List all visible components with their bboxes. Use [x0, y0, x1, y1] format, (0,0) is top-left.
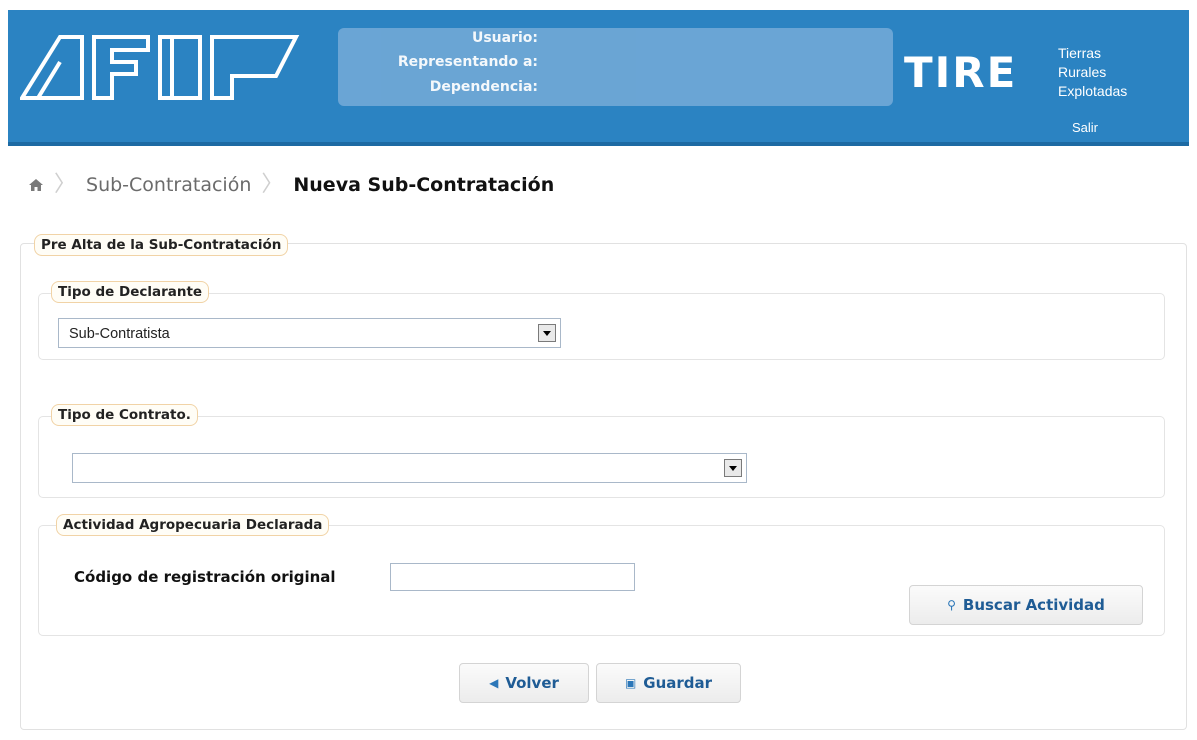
volver-button[interactable]: ◀ Volver [459, 663, 589, 703]
dropdown-arrow-icon[interactable] [724, 459, 742, 477]
breadcrumb-parent[interactable]: Sub-Contratación [86, 174, 251, 196]
codigo-registracion-label: Código de registración original [74, 568, 336, 586]
representando-label: Representando a: [397, 54, 538, 70]
save-icon: ▣ [624, 676, 637, 690]
system-description: Tierras Rurales Explotadas [1058, 44, 1127, 101]
guardar-label: Guardar [643, 674, 713, 692]
usuario-label: Usuario: [471, 30, 538, 46]
system-name: TIRE [904, 48, 1018, 97]
volver-label: Volver [505, 674, 559, 692]
panel-title: Pre Alta de la Sub-Contratación [34, 234, 289, 256]
breadcrumb-separator: 〉 [54, 172, 77, 197]
system-desc-line: Explotadas [1058, 83, 1128, 99]
breadcrumb-separator: 〉 [261, 172, 284, 197]
tipo-contrato-select[interactable] [72, 453, 747, 483]
actividad-legend: Actividad Agropecuaria Declarada [56, 514, 330, 536]
afip-logo [20, 35, 300, 100]
search-icon: ⚲ [947, 598, 956, 612]
system-desc-line: Tierras [1058, 45, 1102, 61]
user-info-box: Usuario: Representando a: Dependencia: [338, 28, 893, 106]
tipo-contrato-legend: Tipo de Contrato. [51, 404, 198, 426]
buscar-actividad-label: Buscar Actividad [962, 596, 1105, 614]
chevron-left-icon: ◀ [489, 676, 499, 690]
guardar-button[interactable]: ▣ Guardar [596, 663, 741, 703]
home-icon[interactable] [28, 177, 44, 193]
breadcrumb: 〉 Sub-Contratación 〉 Nueva Sub-Contratac… [28, 170, 554, 200]
logout-link[interactable]: Salir [1072, 120, 1098, 135]
tipo-declarante-value: Sub-Contratista [69, 326, 170, 342]
dropdown-arrow-icon[interactable] [538, 324, 556, 342]
codigo-registracion-input[interactable] [390, 563, 635, 591]
buscar-actividad-button[interactable]: ⚲ Buscar Actividad [909, 585, 1143, 625]
breadcrumb-current: Nueva Sub-Contratación [293, 174, 555, 196]
tipo-declarante-legend: Tipo de Declarante [51, 281, 210, 303]
tipo-declarante-select[interactable]: Sub-Contratista [58, 318, 561, 348]
app-header: Usuario: Representando a: Dependencia: T… [8, 10, 1189, 146]
dependencia-label: Dependencia: [429, 79, 538, 95]
system-desc-line: Rurales [1058, 64, 1107, 80]
